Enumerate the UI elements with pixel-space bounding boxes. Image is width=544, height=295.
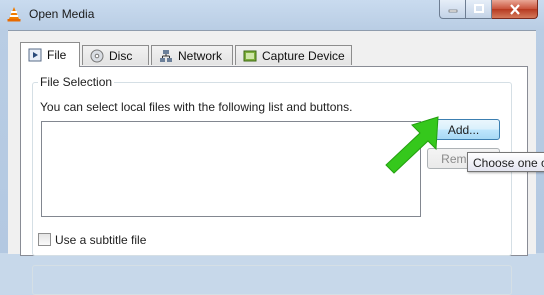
window-title: Open Media bbox=[29, 7, 95, 21]
open-media-window: Open Media File Disc Network Capture Dev… bbox=[0, 0, 544, 295]
close-button[interactable] bbox=[492, 0, 538, 19]
green-arrow-icon bbox=[385, 116, 439, 174]
file-selection-hint: You can select local files with the foll… bbox=[40, 100, 353, 114]
tab-disc[interactable]: Disc bbox=[82, 45, 149, 65]
minimize-button[interactable] bbox=[439, 0, 466, 19]
subtitle-group bbox=[32, 265, 512, 295]
tab-disc-label: Disc bbox=[109, 48, 133, 63]
maximize-button[interactable] bbox=[466, 0, 492, 19]
capture-device-icon bbox=[243, 50, 257, 61]
tab-file-label: File bbox=[47, 48, 67, 62]
add-tooltip: Choose one or more media files bbox=[467, 152, 544, 172]
file-icon bbox=[28, 48, 42, 62]
file-selection-title: File Selection bbox=[38, 75, 115, 89]
close-icon bbox=[509, 3, 520, 15]
tab-network-label: Network bbox=[178, 48, 223, 63]
tab-capture-device-label: Capture Device bbox=[262, 48, 345, 63]
file-list[interactable] bbox=[41, 121, 421, 217]
title-bar[interactable]: Open Media bbox=[0, 0, 544, 30]
minimize-icon bbox=[448, 9, 457, 13]
caption-buttons bbox=[439, 0, 538, 20]
vlc-cone-icon bbox=[7, 7, 21, 22]
file-selection-group: File Selection You can select local file… bbox=[32, 75, 512, 256]
tab-capture-device[interactable]: Capture Device bbox=[235, 45, 352, 65]
maximize-icon bbox=[473, 4, 484, 13]
dialog-client-area: File Disc Network Capture Device File Se… bbox=[8, 30, 536, 295]
subtitle-checkbox-label[interactable]: Use a subtitle file bbox=[55, 233, 146, 247]
tab-network[interactable]: Network bbox=[151, 45, 233, 65]
tab-file[interactable]: File bbox=[20, 42, 80, 67]
disc-icon bbox=[90, 49, 104, 62]
subtitle-checkbox[interactable] bbox=[38, 233, 51, 246]
network-icon bbox=[160, 49, 172, 62]
